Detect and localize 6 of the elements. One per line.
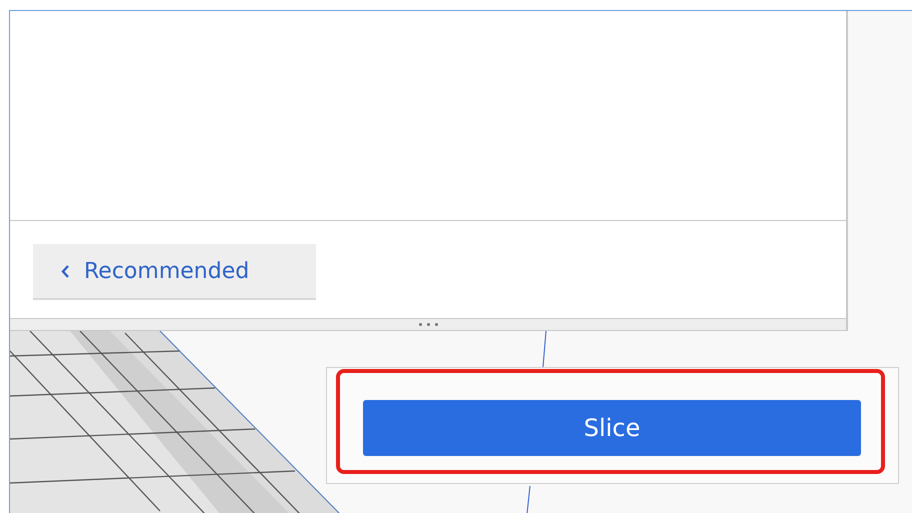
axis-line bbox=[542, 331, 547, 367]
slice-button[interactable]: Slice bbox=[363, 400, 861, 456]
resize-handle[interactable] bbox=[10, 318, 846, 330]
recommended-button[interactable]: Recommended bbox=[33, 244, 316, 300]
chevron-left-icon bbox=[61, 264, 70, 278]
axis-line bbox=[526, 486, 531, 513]
